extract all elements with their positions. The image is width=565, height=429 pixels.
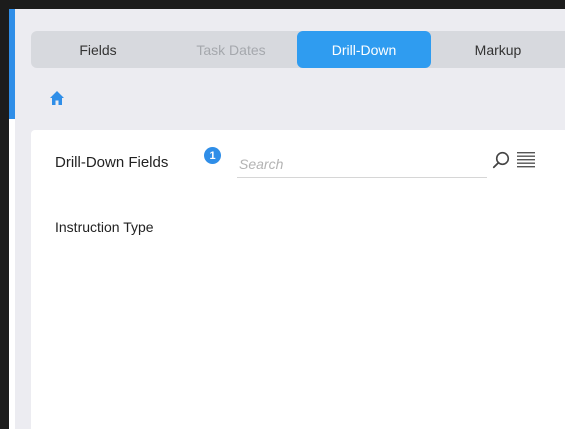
list-item[interactable]: Instruction Type [55,219,154,235]
tab-fields[interactable]: Fields [31,31,165,68]
tab-drill-down[interactable]: Drill-Down [297,31,431,68]
search-input[interactable] [237,150,487,178]
active-section-indicator [9,9,15,119]
search-icon[interactable] [492,151,510,169]
home-icon[interactable] [49,90,65,106]
tab-bar: Fields Task Dates Drill-Down Markup [31,31,565,68]
drill-down-fields-panel: Drill-Down Fields 1 Instruction Type [31,130,565,429]
window-left-border [0,0,9,429]
window-top-border [0,0,565,9]
tab-markup[interactable]: Markup [431,31,565,68]
panel-title: Drill-Down Fields [55,154,169,171]
count-badge: 1 [204,147,221,164]
list-view-icon[interactable] [516,150,536,170]
app-window: Fields Task Dates Drill-Down Markup Dril… [0,0,565,429]
tab-task-dates[interactable]: Task Dates [165,31,297,68]
